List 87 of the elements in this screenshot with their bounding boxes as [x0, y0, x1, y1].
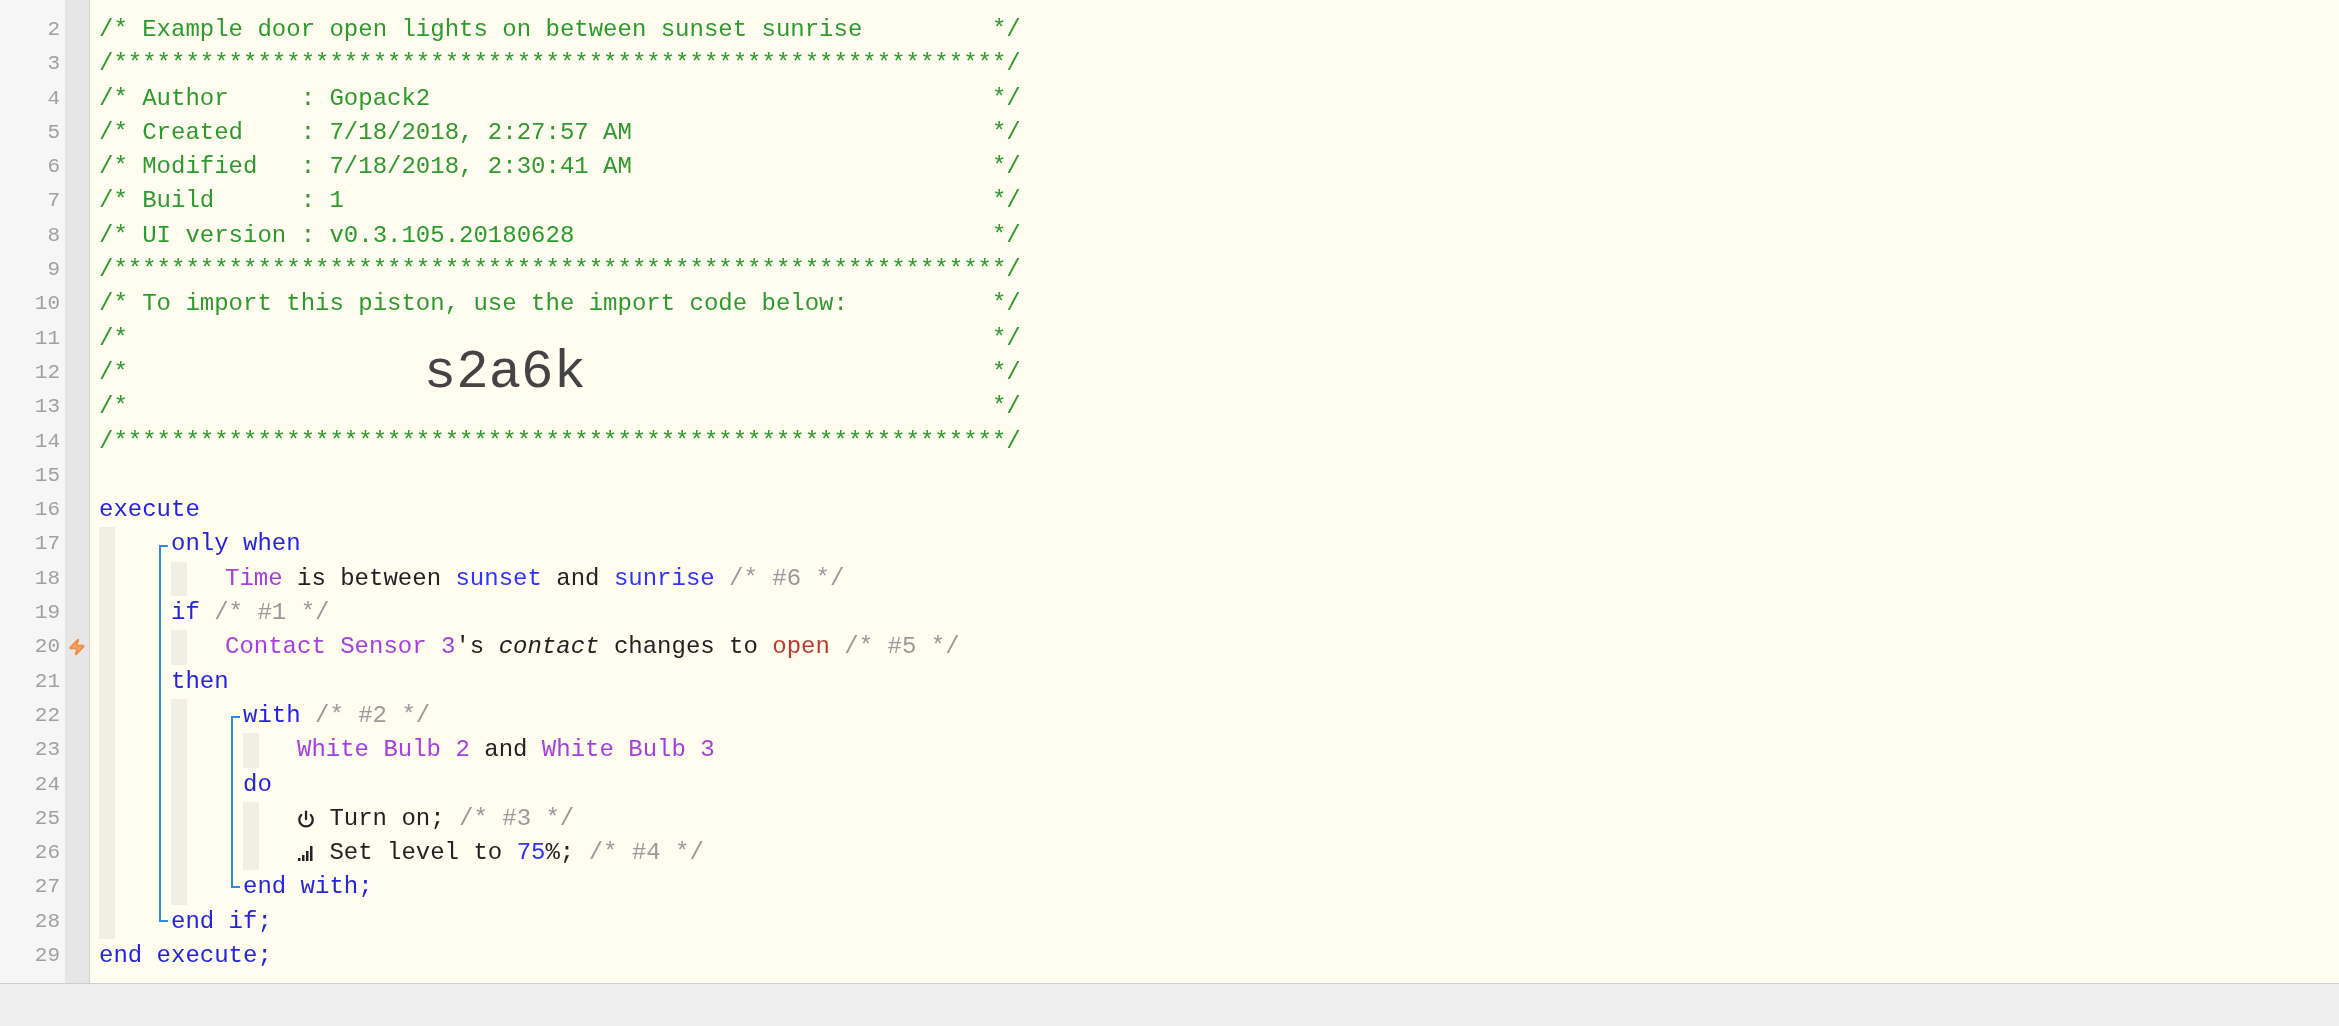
- line-number: 17: [33, 531, 60, 558]
- line-number: 29: [33, 943, 60, 969]
- comment-text: /*: [99, 323, 128, 354]
- statement-text: changes to: [612, 632, 759, 663]
- line-number: 15: [33, 462, 60, 489]
- statement-id-comment: /* #1 */: [213, 598, 330, 629]
- line-number: 20: [33, 634, 60, 661]
- statement-text: is between: [296, 563, 443, 594]
- line-number: 16: [33, 497, 60, 524]
- device-name: Contact Sensor 3: [225, 632, 456, 663]
- power-icon: [297, 809, 315, 828]
- comment-text: /* To import this piston, use the import code below:: [99, 289, 848, 320]
- line-number: 2: [46, 17, 60, 43]
- keyword-text: end execute;: [99, 941, 272, 971]
- line-number: 10: [33, 291, 60, 318]
- comment-text: /*: [99, 357, 128, 388]
- keyword-text: end if;: [171, 906, 272, 937]
- comment-text: */: [991, 117, 1021, 148]
- comment-text: */: [991, 83, 1021, 114]
- comment-text: */: [991, 357, 1021, 388]
- line-number: 6: [46, 154, 60, 181]
- comment-text: /**************************************************************/: [99, 426, 1021, 457]
- line-number: 7: [46, 188, 60, 215]
- line-number: 28: [33, 908, 60, 935]
- line-number: 19: [33, 600, 60, 627]
- comment-text: /**************************************************************/: [99, 49, 1021, 80]
- value-text: sunset: [455, 563, 542, 594]
- comment-text: */: [991, 220, 1021, 251]
- device-name: White Bulb 2: [297, 735, 470, 766]
- line-number: 5: [46, 119, 60, 146]
- comment-text: /**************************************************************/: [99, 255, 1021, 286]
- line-number: 12: [33, 359, 60, 386]
- comment-text: /* Example door open lights on between sunset sunrise: [99, 15, 863, 45]
- statement-id-comment: /* #4 */: [587, 838, 704, 869]
- keyword-text: then: [171, 666, 229, 697]
- line-number: 14: [33, 428, 60, 455]
- keyword-text: only when: [171, 529, 301, 560]
- attribute-text: contact: [498, 632, 600, 663]
- line-number: 21: [33, 668, 60, 695]
- state-text: open: [772, 632, 830, 663]
- comment-text: /* Created : 7/18/2018, 2:27:57 AM: [99, 117, 632, 148]
- line-number: 18: [33, 565, 60, 592]
- keyword-text: with: [243, 700, 301, 731]
- keyword-text: do: [243, 769, 272, 800]
- line-number: 11: [33, 325, 60, 352]
- comment-text: */: [991, 289, 1021, 320]
- comment-text: /* Build : 1: [99, 186, 344, 217]
- comment-text: /*: [99, 392, 128, 423]
- statement-id-comment: /* #6 */: [728, 563, 845, 594]
- lightning-icon: [68, 638, 86, 657]
- keyword-text: execute: [99, 495, 200, 526]
- line-number: 26: [33, 840, 60, 867]
- statement-text: Set level to: [328, 838, 504, 869]
- statement-id-comment: /* #3 */: [458, 803, 575, 834]
- value-text: sunrise: [613, 563, 715, 594]
- line-number: 25: [33, 805, 60, 832]
- line-number: 22: [33, 702, 60, 729]
- statement-text: %;: [545, 838, 575, 869]
- comment-text: /* UI version : v0.3.105.20180628: [99, 220, 575, 251]
- line-number: 3: [46, 51, 60, 78]
- keyword-text: end with;: [243, 872, 373, 903]
- import-code: s2a6k: [423, 346, 586, 401]
- line-number: 13: [33, 394, 60, 421]
- statement-text: and: [483, 735, 529, 766]
- statement-id-comment: /* #5 */: [843, 632, 960, 663]
- device-name: Time: [225, 563, 283, 594]
- comment-text: /* Modified : 7/18/2018, 2:30:41 AM: [99, 152, 632, 183]
- statement-text: and: [555, 563, 601, 594]
- comment-text: /* Author : Gopack2: [99, 83, 431, 114]
- line-number: 8: [46, 222, 60, 249]
- keyword-text: if: [171, 598, 200, 629]
- comment-text: */: [991, 152, 1021, 183]
- comment-text: */: [991, 392, 1021, 423]
- value-text: 75: [516, 838, 546, 869]
- line-number: 4: [46, 85, 60, 112]
- comment-text: */: [991, 186, 1021, 217]
- line-number: 23: [33, 737, 60, 764]
- comment-text: */: [991, 15, 1021, 45]
- comment-text: */: [991, 323, 1021, 354]
- device-name: White Bulb 3: [541, 735, 715, 766]
- line-number: 27: [33, 874, 60, 901]
- line-number: 9: [46, 257, 60, 284]
- statement-text: Turn on;: [328, 803, 445, 834]
- signal-bars-icon: [297, 844, 315, 863]
- statement-id-comment: /* #2 */: [314, 700, 431, 731]
- statement-text: 's: [455, 632, 486, 663]
- line-number: 24: [33, 771, 60, 798]
